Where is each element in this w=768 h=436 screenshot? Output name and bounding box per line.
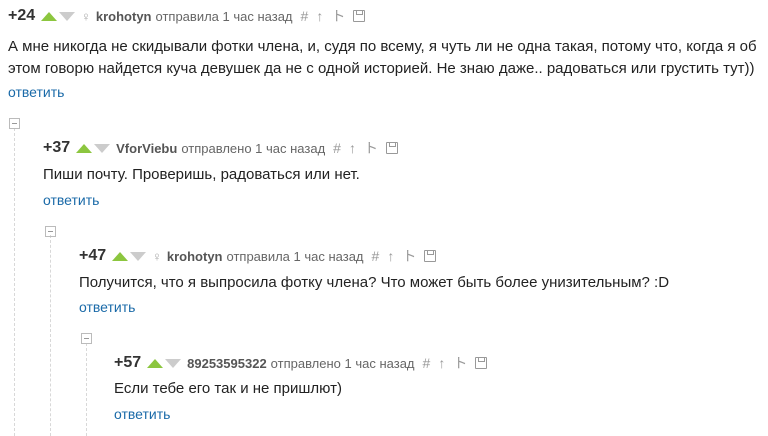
comment-score: +24 [8,7,36,24]
comment-header: +57 89253595322 отправлено 1 час назад #… [114,353,488,373]
save-icon[interactable] [475,357,488,369]
hash-link-icon[interactable]: # [301,8,309,24]
female-sign-icon: ♀ [152,248,162,264]
save-icon[interactable] [385,142,398,154]
comment-header: +37 VforViebu отправлено 1 час назад # ↑… [43,138,398,158]
vote-down-icon[interactable] [130,251,147,261]
comment-score: +47 [79,247,107,264]
reply-link[interactable]: ответить [43,192,99,208]
parent-comment-icon[interactable]: ↑ [438,355,445,371]
reply-link[interactable]: ответить [8,84,64,100]
vote-up-icon[interactable] [76,143,93,153]
hash-link-icon[interactable]: # [423,355,431,371]
parent-comment-icon[interactable]: ↑ [316,8,323,24]
save-icon[interactable] [424,250,437,262]
comment-author[interactable]: krohotyn [167,249,223,264]
vote-down-icon[interactable] [165,358,182,368]
vote-down-icon[interactable] [59,11,76,21]
comment-author[interactable]: VforViebu [116,141,177,156]
parent-comment-icon[interactable]: ↑ [387,248,394,264]
comment-author[interactable]: 89253595322 [187,356,267,371]
thread-root-icon[interactable]: ト [331,6,345,26]
comment-header: +47 ♀ krohotyn отправила 1 час назад # ↑… [79,246,437,266]
save-icon[interactable] [353,10,366,22]
comment-timestamp: отправила 1 час назад [155,8,293,24]
parent-comment-icon[interactable]: ↑ [349,140,356,156]
comment-text: Получится, что я выпросила фотку члена? … [79,274,670,291]
comment-text: Если тебе его так и не пришлют) [114,380,342,397]
female-sign-icon: ♀ [81,8,91,24]
thread-line [14,128,15,436]
hash-link-icon[interactable]: # [372,248,380,264]
comment-header: +24 ♀ krohotyn отправила 1 час назад # ↑… [8,6,366,26]
comment-text: А мне никогда не скидывали фотки члена, … [8,38,757,77]
thread-root-icon[interactable]: ト [453,353,467,373]
comment-timestamp: отправила 1 час назад [226,248,364,264]
collapse-toggle[interactable] [45,226,56,237]
thread-root-icon[interactable]: ト [364,138,378,158]
comment-score: +37 [43,139,71,156]
comment-text: Пиши почту. Проверишь, радоваться или не… [43,166,360,183]
reply-link[interactable]: ответить [79,299,135,315]
vote-down-icon[interactable] [94,143,111,153]
comment-score: +57 [114,354,142,371]
comment-author[interactable]: krohotyn [96,9,152,24]
vote-up-icon[interactable] [41,11,58,21]
hash-link-icon[interactable]: # [333,140,341,156]
collapse-toggle[interactable] [81,333,92,344]
thread-line [86,343,87,436]
thread-root-icon[interactable]: ト [402,246,416,266]
comment-timestamp: отправлено 1 час назад [270,355,415,371]
comment-timestamp: отправлено 1 час назад [181,140,326,156]
collapse-toggle[interactable] [9,118,20,129]
thread-line [50,235,51,436]
vote-up-icon[interactable] [147,358,164,368]
reply-link[interactable]: ответить [114,406,170,422]
vote-up-icon[interactable] [112,251,129,261]
